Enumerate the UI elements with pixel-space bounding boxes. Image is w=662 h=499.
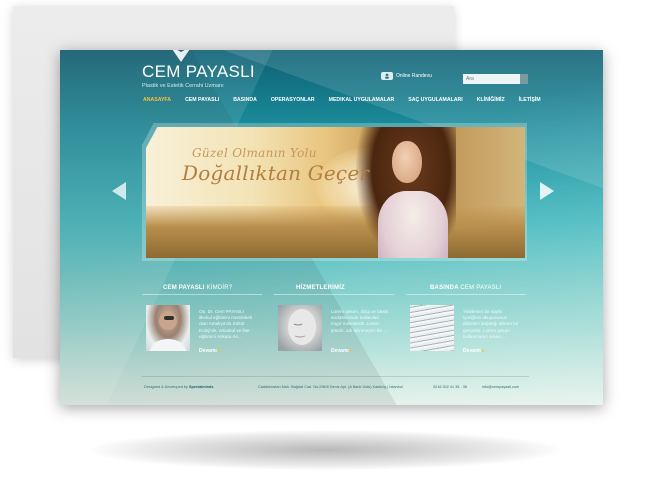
online-appointment-link[interactable]: Online Randevu <box>381 72 432 80</box>
slider-prev-arrow-icon[interactable] <box>112 182 126 200</box>
user-icon <box>381 72 393 80</box>
column-text-basinda: Yinelenen bir sayfa içeriğinin okuyucunu… <box>463 309 519 339</box>
nav-item-anasayfa[interactable]: ANASAYFA <box>136 97 178 103</box>
brand[interactable]: CEM PAYASLI Plastik ve Estetik Cerrahi U… <box>142 62 255 89</box>
nav-item-iletisim[interactable]: İLETİŞİM <box>512 97 548 103</box>
column-title-bold: HİZMETLERİMİZ <box>296 285 345 291</box>
read-more-label: Devamı <box>199 348 217 354</box>
face-icon <box>288 309 316 345</box>
main-navigation: ANASAYFA CEM PAYASLI BASINDA OPERASYONLA… <box>136 97 548 103</box>
arrow-right-icon: ▸ <box>218 348 221 354</box>
read-more-label: Devamı <box>331 348 349 354</box>
doctor-icon <box>150 312 186 351</box>
column-divider <box>274 294 394 295</box>
read-more-link-kimdir[interactable]: Devamı ▸ <box>199 348 221 354</box>
footer-credit-prefix: Designed & Developed by <box>144 385 188 389</box>
nav-item-operasyonlar[interactable]: OPERASYONLAR <box>264 97 322 103</box>
drop-shadow <box>90 430 560 470</box>
column-title-basinda: BASINDA CEM PAYASLI <box>430 285 501 291</box>
nav-item-cem-payasli[interactable]: CEM PAYASLI <box>178 97 226 103</box>
hero-slide[interactable]: Güzel Olmanın Yolu Doğallıktan Geçer <box>146 127 525 258</box>
footer-phone: 0216 302 41 35 - 36 <box>433 385 467 389</box>
slide-tagline-1: Güzel Olmanın Yolu <box>192 146 317 160</box>
nav-item-medikal-uygulamalar[interactable]: MEDIKAL UYGULAMALAR <box>322 97 402 103</box>
brand-tagline: Plastik ve Estetik Cerrahi Uzmanı <box>142 83 224 89</box>
doctor-photo[interactable] <box>146 305 190 351</box>
nav-item-klinigimiz[interactable]: KLİNİĞİMİZ <box>470 97 512 103</box>
appointment-label: Online Randevu <box>396 73 432 79</box>
model-face <box>392 141 422 183</box>
footer-email[interactable]: info@cempayasli.com <box>482 385 519 389</box>
search-input[interactable] <box>463 74 525 84</box>
column-divider <box>142 294 262 295</box>
footer-address: Caddebostan Mah. Bağdat Cad. No:298/8 De… <box>258 385 403 389</box>
column-title-light: CEM PAYASLI <box>460 285 502 291</box>
read-more-label: Devamı <box>463 348 481 354</box>
footer-credit-link[interactable]: Specialminds <box>189 385 213 389</box>
wheat-field <box>146 206 525 258</box>
slide-tagline-2: Doğallıktan Geçer <box>182 161 370 185</box>
footer-divider <box>142 376 529 377</box>
website-screenshot: CEM PAYASLI Plastik ve Estetik Cerrahi U… <box>60 50 603 405</box>
press-photo[interactable] <box>410 305 454 351</box>
column-title-bold: BASINDA <box>430 285 459 291</box>
nav-item-basinda[interactable]: BASINDA <box>226 97 264 103</box>
column-divider <box>406 294 526 295</box>
nav-item-sac-uygulamalari[interactable]: SAÇ UYGULAMALARI <box>401 97 469 103</box>
slider-next-arrow-icon[interactable] <box>540 182 554 200</box>
column-text-kimdir: Op. Dr. Cem PAYASLI ilkokul eğitimini me… <box>199 309 253 339</box>
column-title-kimdir: CEM PAYASLI KİMDİR? <box>163 285 232 291</box>
read-more-link-hizmetlerimiz[interactable]: Devamı ▸ <box>331 348 353 354</box>
arrow-right-icon: ▸ <box>482 348 485 354</box>
face-photo[interactable] <box>278 305 322 351</box>
brand-name[interactable]: CEM PAYASLI <box>142 62 255 82</box>
column-text-hizmetlerimiz: Lorem Ipsum, dizgi ve baskı endüstrisind… <box>331 309 389 333</box>
logo-icon <box>172 50 190 62</box>
column-title-bold: CEM PAYASLI <box>163 285 205 291</box>
read-more-link-basinda[interactable]: Devamı ▸ <box>463 348 485 354</box>
search-button[interactable] <box>520 74 528 84</box>
column-title-light: KİMDİR? <box>206 285 233 291</box>
footer-credit: Designed & Developed by Specialminds <box>144 385 213 389</box>
model-body <box>378 191 448 258</box>
arrow-right-icon: ▸ <box>350 348 353 354</box>
column-title-hizmetlerimiz: HİZMETLERİMİZ <box>296 285 345 291</box>
